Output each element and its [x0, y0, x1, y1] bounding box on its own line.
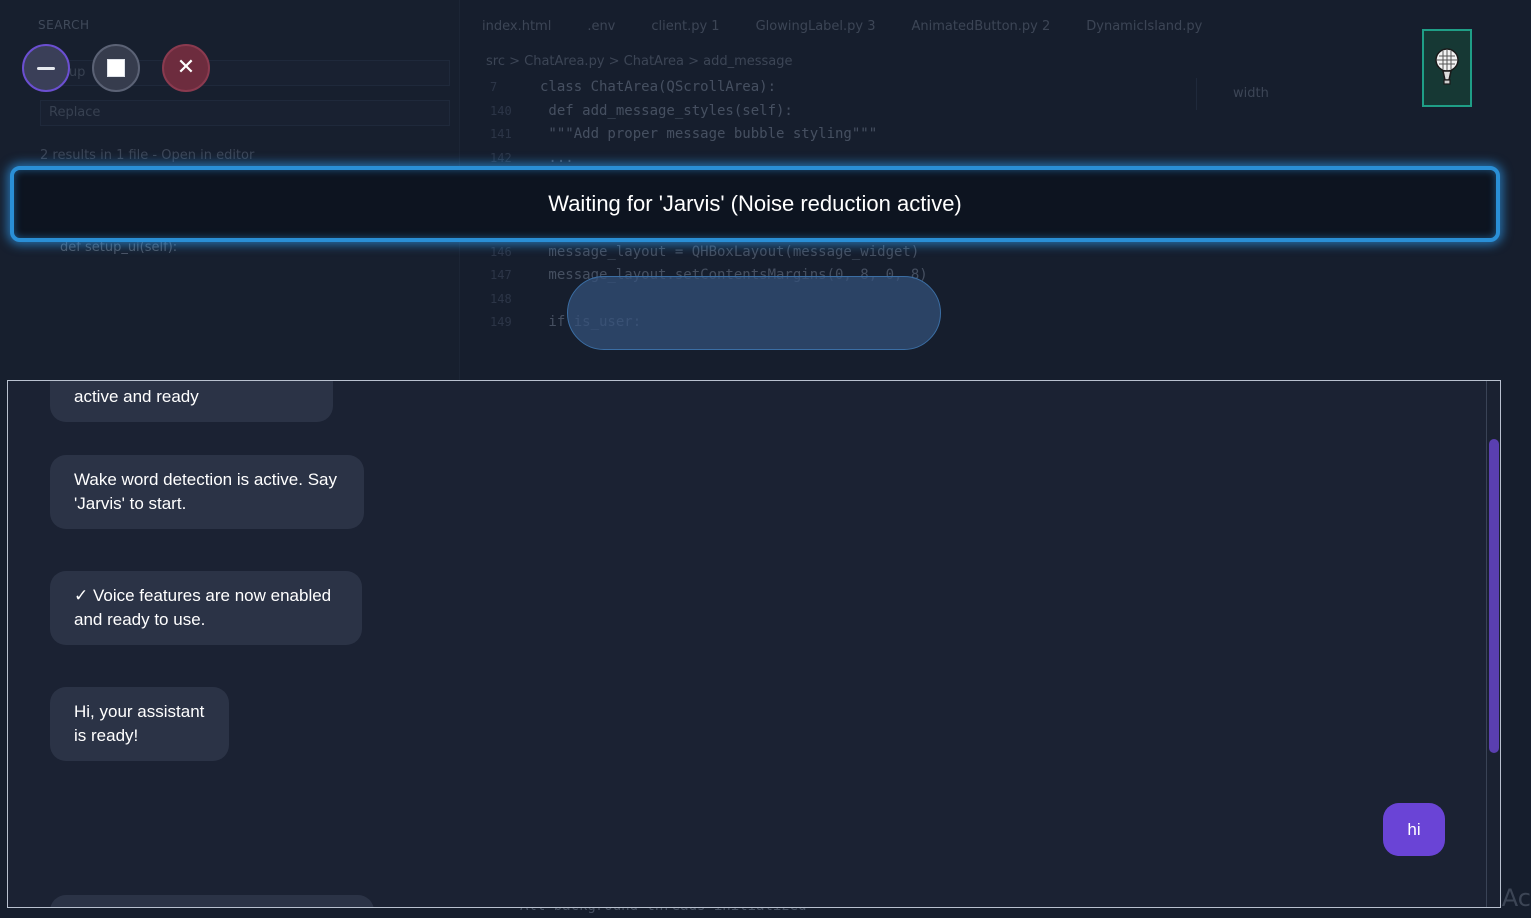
chat-scrollbar[interactable]: [1486, 381, 1500, 907]
chat-scrollbar-thumb[interactable]: [1489, 439, 1499, 753]
assistant-message-bubble: Wake word detection is active. Say 'Jarv…: [50, 455, 364, 529]
background-search-title: SEARCH: [38, 18, 90, 32]
code-line: 7 class ChatArea(QScrollArea):: [490, 79, 777, 95]
assistant-message-bubble: active and ready: [50, 381, 333, 422]
close-icon: ✕: [176, 55, 196, 80]
maximize-button[interactable]: [92, 44, 140, 92]
background-tab: index.html: [482, 18, 552, 34]
background-results-text: 2 results in 1 file - Open in editor: [40, 148, 255, 163]
microphone-icon: [1435, 48, 1459, 85]
background-replace-input: Replace: [40, 100, 450, 126]
background-tab: GlowingLabel.py 3: [755, 18, 876, 34]
background-tab: client.py 1: [651, 18, 720, 34]
status-banner: Waiting for 'Jarvis' (Noise reduction ac…: [10, 166, 1500, 242]
assistant-message-bubble: [50, 895, 374, 907]
message-text: ✓ Voice features are now enabled and rea…: [74, 586, 332, 629]
message-text: hi: [1407, 819, 1421, 839]
chat-area[interactable]: active and ready Wake word detection is …: [7, 380, 1501, 908]
background-corner-text: Ac: [1501, 884, 1531, 912]
code-line: 141 """Add proper message bubble styling…: [490, 126, 878, 142]
background-breadcrumb: src > ChatArea.py > ChatArea > add_messa…: [486, 54, 793, 69]
code-line: 140 def add_message_styles(self):: [490, 102, 793, 119]
microphone-button[interactable]: [1422, 29, 1472, 107]
message-text: active and ready: [74, 387, 199, 406]
assistant-message-bubble: ✓ Voice features are now enabled and rea…: [50, 571, 362, 645]
close-button[interactable]: ✕: [162, 44, 210, 92]
background-tab: .env: [587, 18, 616, 34]
assistant-message-bubble: Hi, your assistant is ready!: [50, 687, 229, 761]
minimize-icon: [37, 66, 55, 70]
code-line: 146 message_layout = QHBoxLayout(message…: [490, 243, 920, 260]
background-tab: AnimatedButton.py 2: [911, 18, 1051, 34]
background-result-match: def setup_ui(self):: [60, 240, 178, 255]
message-text: Wake word detection is active. Say 'Jarv…: [74, 470, 337, 513]
user-message-bubble: hi: [1383, 803, 1445, 856]
minimize-button[interactable]: [22, 44, 70, 92]
status-text: Waiting for 'Jarvis' (Noise reduction ac…: [548, 191, 962, 216]
maximize-icon: [107, 59, 125, 77]
background-tab: DynamicIsland.py: [1086, 18, 1203, 34]
voice-activity-indicator: [567, 276, 941, 350]
message-text: Hi, your assistant is ready!: [74, 702, 205, 745]
background-editor-tabs: index.html .env client.py 1 GlowingLabel…: [462, 10, 1531, 42]
